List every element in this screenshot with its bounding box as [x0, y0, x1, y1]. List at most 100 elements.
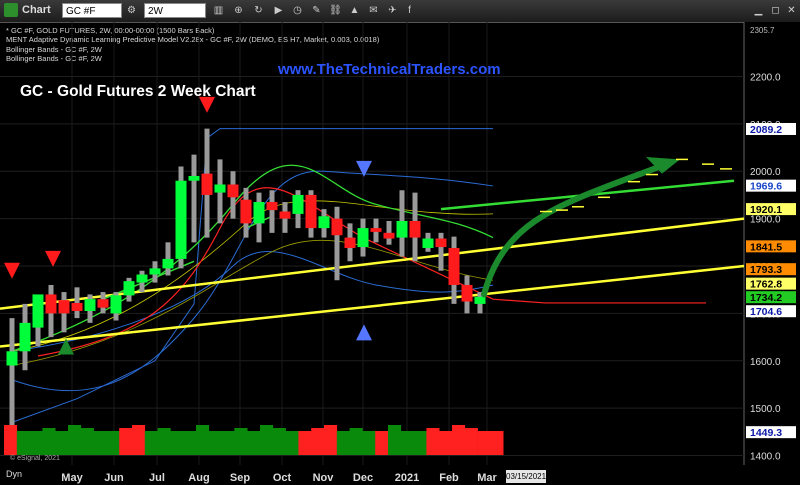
y-tick-label: 1500.0 [750, 404, 781, 415]
candle-body [409, 220, 421, 238]
price-flag-label: 1793.3 [750, 264, 782, 276]
indicator-bar [183, 431, 197, 455]
candle-body [97, 299, 109, 308]
indicator-bar [119, 428, 133, 455]
indicator-bar [490, 431, 504, 455]
candle-body [396, 220, 408, 238]
indicator-bar [272, 428, 286, 455]
indicator-bar [388, 425, 402, 455]
x-tick-label: Aug [188, 472, 209, 484]
price-flag-label: 1920.1 [750, 204, 782, 216]
indicator-bar [362, 431, 376, 455]
indicator-bar [208, 431, 222, 455]
cursor-date-box: 03/15/2021 [506, 470, 547, 483]
indicator-bar [464, 428, 478, 455]
candle-body [461, 284, 473, 302]
red-sell-triangle [4, 262, 20, 279]
price-flag-label: 1704.6 [750, 306, 782, 318]
candle-body [32, 294, 44, 328]
candle-body [123, 281, 135, 296]
candle-body [422, 238, 434, 249]
candle-body [435, 238, 447, 248]
candle-body [344, 237, 356, 249]
candle-body [45, 294, 57, 314]
indicator-bar [349, 428, 363, 455]
indicator-bar [324, 425, 338, 455]
indicator-bar [477, 431, 491, 455]
candle-body [58, 300, 70, 314]
blue-triangle-up [356, 324, 372, 341]
y-tick-label: 1900.0 [750, 215, 781, 226]
y-tick-label: 2000.0 [750, 167, 781, 178]
x-tick-label: Jun [104, 472, 124, 484]
indicator-bar [336, 431, 350, 455]
candle-body [357, 228, 369, 248]
candle-body [292, 194, 304, 214]
indicator-bar [298, 431, 312, 455]
indicator-bar [93, 431, 107, 455]
candle-body [266, 202, 278, 211]
indicator-bar [29, 431, 43, 455]
yellow-band-line-2 [11, 239, 494, 366]
x-tick-label: Jul [149, 472, 165, 484]
indicator-bar [426, 428, 440, 455]
indicator-bar [375, 431, 389, 455]
candle-body [370, 228, 382, 232]
dyn-label[interactable]: Dyn [6, 469, 22, 479]
x-tick-label: 2021 [395, 472, 419, 484]
indicator-bar [221, 431, 235, 455]
candle-body [201, 173, 213, 195]
x-tick-label: Mar [477, 472, 497, 484]
y-tick-label: 2200.0 [750, 72, 781, 83]
candle-body [240, 199, 252, 224]
x-tick-label: Dec [353, 472, 373, 484]
candle-body [474, 296, 486, 304]
candle-body [19, 322, 31, 352]
candle-body [136, 274, 148, 283]
indicator-bar [68, 425, 82, 455]
indicator-bar [234, 428, 248, 455]
chart-title: GC - Gold Futures 2 Week Chart [20, 83, 256, 100]
indicator-bar [452, 425, 466, 455]
candle-body [6, 351, 18, 366]
candle-body [175, 180, 187, 259]
price-flag-label: 1841.5 [750, 241, 782, 253]
candle-body [279, 211, 291, 219]
top-price-label: 2305.7 [750, 26, 775, 35]
indicator-bar [144, 431, 158, 455]
indicator-bar [55, 431, 69, 455]
indicator-bar [132, 425, 146, 455]
candle-body [188, 175, 200, 181]
indicator-bar [42, 428, 56, 455]
candle-body [227, 184, 239, 198]
indicator-bar [170, 431, 184, 455]
y-tick-label: 1400.0 [750, 452, 781, 463]
candle-body [448, 248, 460, 285]
x-tick-label: Feb [439, 472, 459, 484]
red-sell-triangle [45, 250, 61, 267]
indicator-bar [311, 428, 325, 455]
candle-body [214, 184, 226, 193]
candle-body [305, 194, 317, 229]
candle-body [110, 295, 122, 314]
projection-arrow [481, 163, 663, 298]
bollinger-upper [11, 128, 493, 423]
candle-body [71, 302, 83, 312]
indicator-bar [285, 431, 299, 455]
candle-body [149, 268, 161, 275]
chart-window: Chart GC #F ⚙ 2W ▥ ⊕ ↻ ▶ ◷ ✎ ⛓ ▲ ✉ ✈ f ▁… [0, 0, 800, 485]
price-flag-label: 1969.6 [750, 181, 782, 193]
indicator-bar [439, 431, 453, 455]
indicator-bar [413, 431, 427, 455]
indicator-bar [260, 425, 274, 455]
y-tick-label: 1600.0 [750, 357, 781, 368]
indicator-bar [400, 431, 414, 455]
price-axis [744, 22, 800, 485]
copyright-text: © eSignal, 2021 [10, 455, 60, 462]
candle-body [331, 218, 343, 236]
x-tick-label: May [61, 472, 83, 484]
price-flag-label: 1449.3 [750, 427, 782, 439]
indicator-bar [196, 425, 210, 455]
x-tick-label: Nov [313, 472, 335, 484]
x-tick-label: Oct [273, 472, 292, 484]
